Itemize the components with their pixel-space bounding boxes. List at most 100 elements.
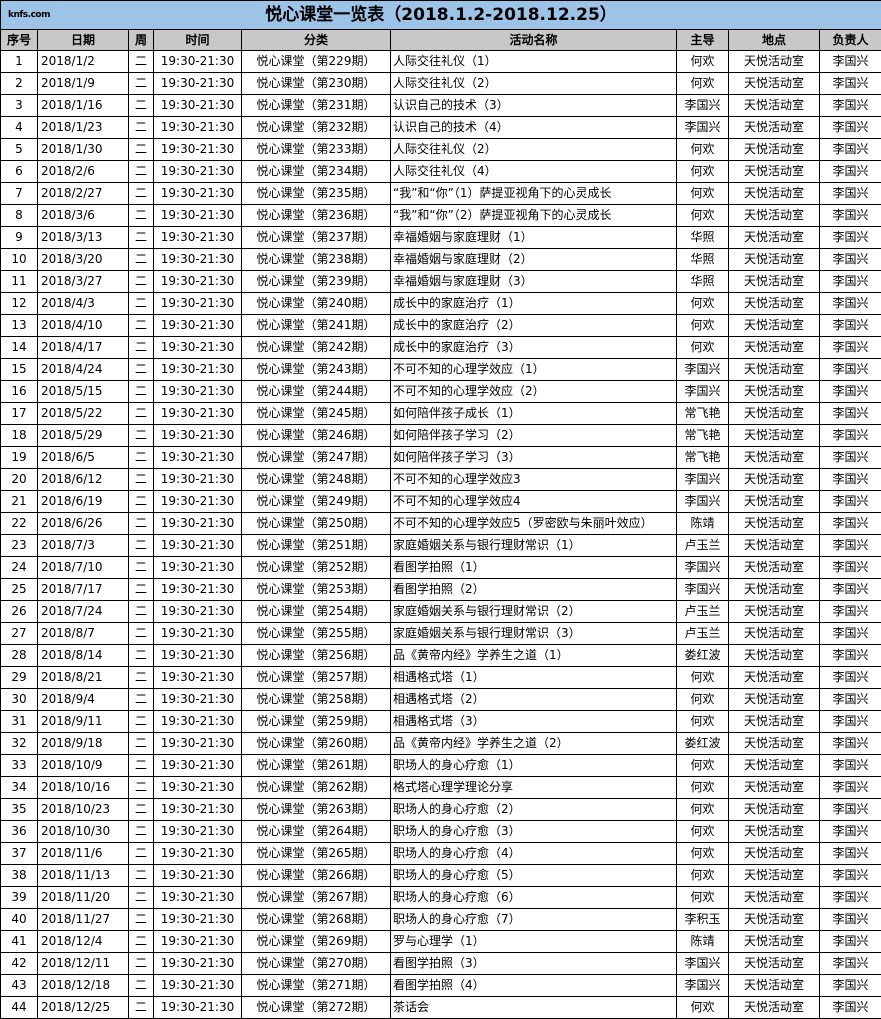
cell-weekday: 二 xyxy=(128,534,154,557)
cell-time: 19:30-21:30 xyxy=(153,358,242,381)
cell-activity: 职场人的身心疗愈（3） xyxy=(390,820,677,843)
cell-location: 天悦活动室 xyxy=(728,490,820,513)
cell-index: 25 xyxy=(0,578,38,601)
cell-time: 19:30-21:30 xyxy=(153,710,242,733)
cell-category: 悦心课堂（第251期） xyxy=(241,534,391,557)
table-row: 33 2018/10/9 二 19:30-21:30 悦心课堂（第261期） 职场人的身心… xyxy=(0,754,881,777)
cell-category: 悦心课堂（第246期） xyxy=(241,424,391,447)
cell-weekday: 二 xyxy=(128,908,154,931)
cell-owner: 李国兴 xyxy=(818,292,881,315)
cell-host: 娄红波 xyxy=(676,732,729,755)
cell-date: 2018/6/26 xyxy=(37,512,129,535)
cell-weekday: 二 xyxy=(128,930,154,953)
cell-index: 36 xyxy=(0,820,38,843)
cell-weekday: 二 xyxy=(128,226,154,249)
table-row: 16 2018/5/15 二 19:30-21:30 悦心课堂（第244期） 不可不知的心… xyxy=(0,380,881,403)
cell-weekday: 二 xyxy=(128,160,154,183)
cell-location: 天悦活动室 xyxy=(728,314,820,337)
cell-activity: 相遇格式塔（2） xyxy=(390,688,677,711)
table-row: 6 2018/2/6 二 19:30-21:30 悦心课堂（第234期） 人际交往礼仪（4… xyxy=(0,160,881,183)
cell-time: 19:30-21:30 xyxy=(153,952,242,975)
cell-activity: 家庭婚姻关系与银行理财常识（1） xyxy=(390,534,677,557)
cell-index: 18 xyxy=(0,424,38,447)
cell-owner: 李国兴 xyxy=(818,578,881,601)
cell-activity: 如何陪伴孩子学习（2） xyxy=(390,424,677,447)
cell-category: 悦心课堂（第236期） xyxy=(241,204,391,227)
cell-location: 天悦活动室 xyxy=(728,688,820,711)
cell-location: 天悦活动室 xyxy=(728,842,820,865)
cell-category: 悦心课堂（第234期） xyxy=(241,160,391,183)
cell-owner: 李国兴 xyxy=(818,182,881,205)
cell-owner: 李国兴 xyxy=(818,798,881,821)
table-row: 15 2018/4/24 二 19:30-21:30 悦心课堂（第243期） 不可不知的心… xyxy=(0,358,881,381)
cell-owner: 李国兴 xyxy=(818,116,881,139)
cell-owner: 李国兴 xyxy=(818,270,881,293)
schedule-table: 悦心课堂一览表（2018.1.2-2018.12.25） 序号 日期 周 时间 … xyxy=(0,0,881,1019)
cell-index: 5 xyxy=(0,138,38,161)
table-row: 27 2018/8/7 二 19:30-21:30 悦心课堂（第255期） 家庭婚姻关系与… xyxy=(0,622,881,645)
cell-category: 悦心课堂（第237期） xyxy=(241,226,391,249)
cell-weekday: 二 xyxy=(128,248,154,271)
cell-weekday: 二 xyxy=(128,468,154,491)
cell-owner: 李国兴 xyxy=(818,600,881,623)
cell-index: 14 xyxy=(0,336,38,359)
cell-category: 悦心课堂（第272期） xyxy=(241,996,391,1019)
cell-location: 天悦活动室 xyxy=(728,952,820,975)
cell-location: 天悦活动室 xyxy=(728,710,820,733)
cell-date: 2018/5/22 xyxy=(37,402,129,425)
cell-host: 何欢 xyxy=(676,820,729,843)
cell-weekday: 二 xyxy=(128,952,154,975)
cell-category: 悦心课堂（第252期） xyxy=(241,556,391,579)
cell-weekday: 二 xyxy=(128,138,154,161)
cell-date: 2018/11/20 xyxy=(37,886,129,909)
cell-activity: 不可不知的心理学效应4 xyxy=(390,490,677,513)
table-row: 34 2018/10/16 二 19:30-21:30 悦心课堂（第262期） 格式塔心理… xyxy=(0,776,881,799)
cell-category: 悦心课堂（第245期） xyxy=(241,402,391,425)
cell-index: 8 xyxy=(0,204,38,227)
cell-location: 天悦活动室 xyxy=(728,138,820,161)
table-row: 31 2018/9/11 二 19:30-21:30 悦心课堂（第259期） 相遇格式塔（… xyxy=(0,710,881,733)
cell-owner: 李国兴 xyxy=(818,138,881,161)
cell-date: 2018/3/6 xyxy=(37,204,129,227)
table-row: 41 2018/12/4 二 19:30-21:30 悦心课堂（第269期） 罗与心理学（… xyxy=(0,930,881,953)
cell-activity: 格式塔心理学理论分享 xyxy=(390,776,677,799)
cell-owner: 李国兴 xyxy=(818,50,881,73)
table-row: 36 2018/10/30 二 19:30-21:30 悦心课堂（第264期） 职场人的身… xyxy=(0,820,881,843)
cell-location: 天悦活动室 xyxy=(728,622,820,645)
cell-weekday: 二 xyxy=(128,402,154,425)
cell-time: 19:30-21:30 xyxy=(153,622,242,645)
column-header-activity: 活动名称 xyxy=(390,29,677,51)
cell-owner: 李国兴 xyxy=(818,402,881,425)
cell-location: 天悦活动室 xyxy=(728,204,820,227)
cell-activity: 品《黄帝内经》学养生之道（2） xyxy=(390,732,677,755)
cell-index: 9 xyxy=(0,226,38,249)
table-row: 26 2018/7/24 二 19:30-21:30 悦心课堂（第254期） 家庭婚姻关系… xyxy=(0,600,881,623)
cell-category: 悦心课堂（第266期） xyxy=(241,864,391,887)
table-row: 5 2018/1/30 二 19:30-21:30 悦心课堂（第233期） 人际交往礼仪（… xyxy=(0,138,881,161)
cell-time: 19:30-21:30 xyxy=(153,72,242,95)
cell-date: 2018/1/2 xyxy=(37,50,129,73)
table-row: 25 2018/7/17 二 19:30-21:30 悦心课堂（第253期） 看图学拍照（… xyxy=(0,578,881,601)
cell-activity: 看图学拍照（3） xyxy=(390,952,677,975)
cell-weekday: 二 xyxy=(128,842,154,865)
cell-time: 19:30-21:30 xyxy=(153,644,242,667)
cell-host: 常飞艳 xyxy=(676,402,729,425)
cell-host: 李国兴 xyxy=(676,974,729,997)
cell-location: 天悦活动室 xyxy=(728,930,820,953)
cell-index: 42 xyxy=(0,952,38,975)
cell-host: 何欢 xyxy=(676,138,729,161)
table-row: 35 2018/10/23 二 19:30-21:30 悦心课堂（第263期） 职场人的身… xyxy=(0,798,881,821)
cell-host: 卢玉兰 xyxy=(676,600,729,623)
table-row: 12 2018/4/3 二 19:30-21:30 悦心课堂（第240期） 成长中的家庭治… xyxy=(0,292,881,315)
cell-host: 华照 xyxy=(676,270,729,293)
cell-location: 天悦活动室 xyxy=(728,864,820,887)
cell-category: 悦心课堂（第254期） xyxy=(241,600,391,623)
cell-date: 2018/3/13 xyxy=(37,226,129,249)
cell-time: 19:30-21:30 xyxy=(153,446,242,469)
cell-host: 何欢 xyxy=(676,776,729,799)
cell-time: 19:30-21:30 xyxy=(153,468,242,491)
cell-index: 23 xyxy=(0,534,38,557)
cell-owner: 李国兴 xyxy=(818,622,881,645)
cell-time: 19:30-21:30 xyxy=(153,798,242,821)
cell-time: 19:30-21:30 xyxy=(153,424,242,447)
